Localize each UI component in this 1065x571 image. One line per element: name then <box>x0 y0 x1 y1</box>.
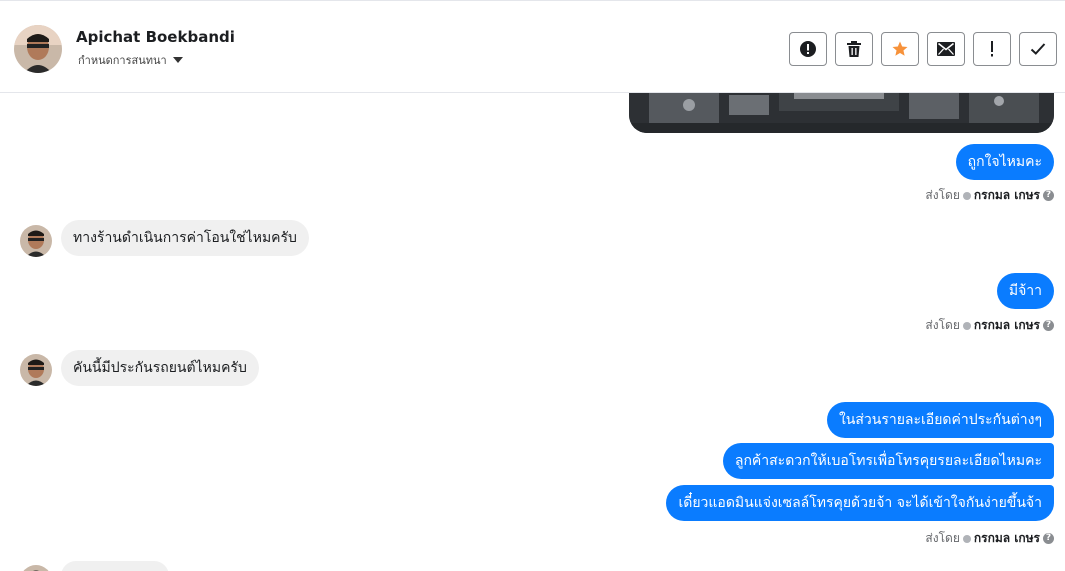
assign-conversation-label: กำหนดการสนทนา <box>78 54 167 67</box>
sender-name[interactable]: กรกมล เกษร <box>974 316 1040 335</box>
report-spam-button[interactable] <box>789 32 827 66</box>
message-thread[interactable]: ถูกใจไหมคะ ส่งโดย กรกมล เกษร ? ทางร้านดำ… <box>0 93 1065 571</box>
page-badge-icon <box>962 191 971 200</box>
delete-button[interactable] <box>835 32 873 66</box>
sender-name[interactable]: กรกมล เกษร <box>974 186 1040 205</box>
outgoing-message[interactable]: มีจ้าา <box>996 273 1054 309</box>
sent-by-label: ส่งโดย <box>925 531 960 545</box>
contact-avatar-small[interactable] <box>20 565 52 571</box>
sender-name[interactable]: กรกมล เกษร <box>974 529 1040 548</box>
check-icon <box>1030 42 1046 56</box>
exclamation-circle-icon <box>799 40 817 58</box>
help-icon[interactable]: ? <box>1043 320 1054 331</box>
help-icon[interactable]: ? <box>1043 533 1054 544</box>
trash-icon <box>846 40 862 58</box>
conversation-header: Apichat Boekbandi กำหนดการสนทนา <box>0 0 1065 93</box>
help-icon[interactable]: ? <box>1043 190 1054 201</box>
follow-up-button[interactable] <box>973 32 1011 66</box>
caret-down-icon <box>172 57 183 63</box>
envelope-icon <box>937 42 955 56</box>
star-button[interactable] <box>881 32 919 66</box>
contact-name[interactable]: Apichat Boekbandi <box>76 28 235 46</box>
incoming-message[interactable]: ทางร้านดำเนินการค่าโอนใช่ไหมครับ <box>61 220 309 256</box>
sent-by-line: ส่งโดย กรกมล เกษร ? <box>925 186 1054 205</box>
outgoing-message[interactable]: ลูกค้าสะดวกให้เบอโทรเพื่อโทรคุยรยละเอียด… <box>722 443 1054 479</box>
mark-done-button[interactable] <box>1019 32 1057 66</box>
contact-avatar-small[interactable] <box>20 225 52 257</box>
incoming-message-partial[interactable] <box>61 561 169 571</box>
outgoing-message[interactable]: ในส่วนรายละเอียดค่าประกันต่างๆ <box>826 402 1054 438</box>
contact-avatar[interactable] <box>14 25 62 73</box>
exclamation-icon <box>989 40 995 58</box>
outgoing-message[interactable]: ถูกใจไหมคะ <box>955 144 1054 180</box>
assign-conversation-dropdown[interactable]: กำหนดการสนทนา <box>78 51 183 69</box>
shared-photo-attachment[interactable] <box>629 93 1054 133</box>
sent-by-label: ส่งโดย <box>925 318 960 332</box>
sent-by-line: ส่งโดย กรกมล เกษร ? <box>925 316 1054 335</box>
conversation-toolbar <box>789 32 1057 66</box>
incoming-message[interactable]: คันนี้มีประกันรถยนต์ไหมครับ <box>61 350 259 386</box>
sent-by-label: ส่งโดย <box>925 188 960 202</box>
sent-by-line: ส่งโดย กรกมล เกษร ? <box>925 529 1054 548</box>
contact-avatar-small[interactable] <box>20 354 52 386</box>
mark-unread-button[interactable] <box>927 32 965 66</box>
star-icon <box>891 40 909 58</box>
page-badge-icon <box>962 321 971 330</box>
page-badge-icon <box>962 534 971 543</box>
outgoing-message[interactable]: เดี๋ยวแอดมินแจ่งเซลล์โทรคุยด้วยจ้า จะได้… <box>666 485 1054 521</box>
